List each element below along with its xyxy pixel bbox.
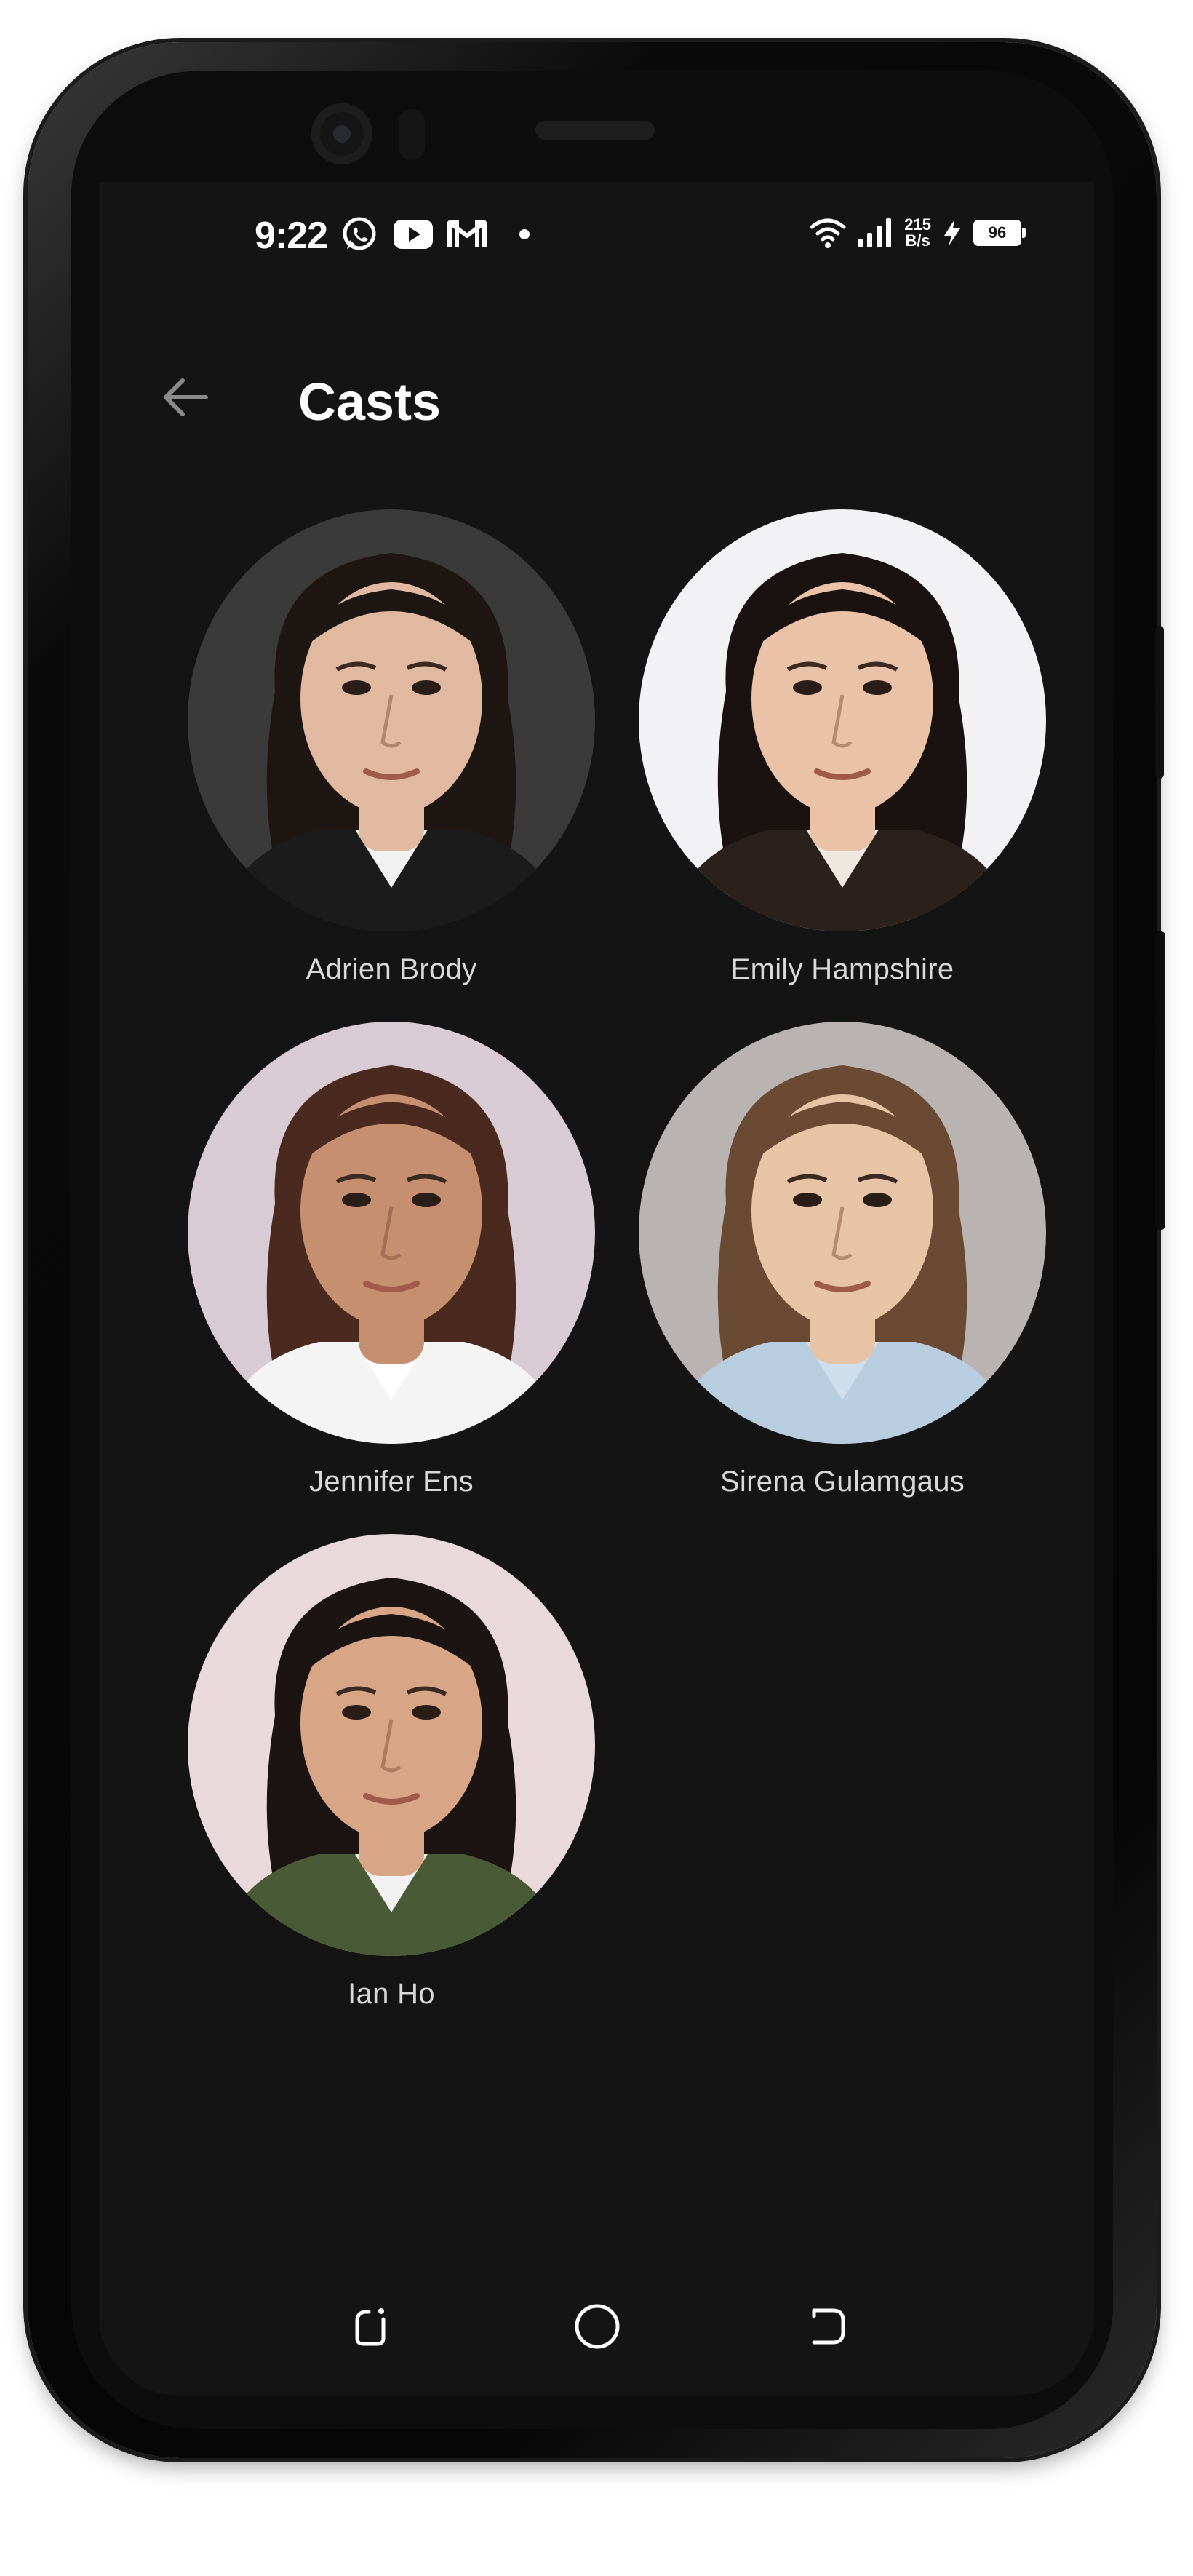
portrait-image (188, 1022, 595, 1444)
whatsapp-icon (339, 215, 380, 253)
front-camera (311, 103, 372, 164)
status-bar: 9:22 215 B/s 96 (99, 182, 1094, 291)
cast-name: Sirena Gulamgaus (719, 1466, 965, 1498)
home-button[interactable] (557, 2286, 637, 2366)
cast-photo[interactable] (188, 1534, 595, 1956)
cast-card[interactable]: Jennifer Ens (166, 1022, 617, 1498)
portrait-image (639, 509, 1046, 931)
recents-button[interactable] (330, 2286, 410, 2366)
cast-photo[interactable] (639, 1022, 1046, 1444)
cast-card[interactable]: Emily Hampshire (617, 509, 1068, 986)
back-nav-icon (812, 2308, 845, 2345)
app-bar: Casts (99, 342, 1094, 458)
cast-card[interactable]: Ian Ho (166, 1534, 617, 2011)
home-circle-icon (575, 2304, 620, 2349)
volume-button (1155, 626, 1164, 779)
wifi-icon (810, 218, 846, 248)
network-speed-unit: B/s (905, 231, 930, 250)
page-title: Casts (298, 373, 442, 432)
cast-name: Ian Ho (348, 1978, 435, 2010)
cast-card[interactable]: Sirena Gulamgaus (617, 1022, 1068, 1498)
portrait-image (188, 509, 595, 931)
cellular-signal-icon (858, 218, 892, 247)
earpiece-speaker (535, 121, 655, 140)
network-speed: 215 B/s (904, 217, 931, 249)
battery-icon: 96 (973, 220, 1026, 246)
system-navigation-bar (99, 2250, 1094, 2396)
cast-name: Adrien Brody (306, 953, 477, 985)
back-button[interactable] (148, 361, 221, 434)
network-speed-value: 215 (904, 215, 931, 234)
arrow-left-icon (164, 378, 208, 416)
cast-photo[interactable] (188, 1022, 595, 1444)
system-status-icons: 215 B/s 96 (810, 217, 1026, 249)
cast-photo[interactable] (188, 509, 595, 931)
gmail-icon (447, 215, 487, 253)
cast-name: Jennifer Ens (309, 1466, 474, 1498)
recents-icon (355, 2308, 386, 2346)
cast-name: Emily Hampshire (730, 953, 954, 985)
power-button (1155, 931, 1165, 1230)
notification-icons (339, 215, 530, 253)
app-screen: 9:22 215 B/s 96 Casts Adrien Brody Emily… (99, 182, 1094, 2396)
more-notifications-dot (519, 229, 530, 239)
back-nav-button[interactable] (789, 2286, 869, 2366)
youtube-icon (393, 215, 434, 253)
cast-card[interactable]: Adrien Brody (166, 509, 617, 986)
status-time: 9:22 (255, 215, 328, 257)
battery-level: 96 (988, 223, 1007, 242)
portrait-image (188, 1534, 595, 1956)
portrait-image (639, 1022, 1046, 1444)
cast-photo[interactable] (639, 509, 1046, 931)
proximity-sensor (399, 109, 425, 160)
charging-icon (944, 220, 960, 246)
